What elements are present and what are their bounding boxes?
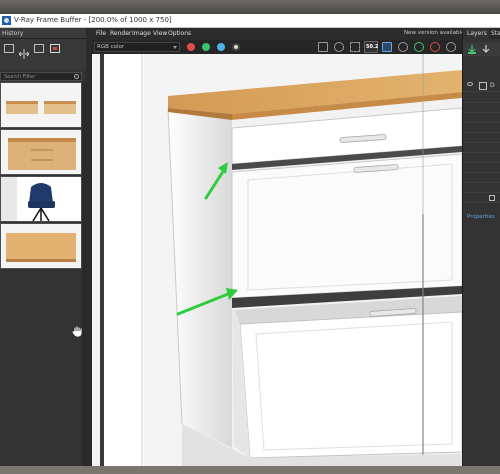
- menu-view[interactable]: View: [153, 30, 167, 37]
- menu-image[interactable]: Image: [132, 30, 151, 37]
- layer-options-icon[interactable]: [489, 195, 495, 201]
- vray-app-icon: [2, 16, 11, 25]
- menu-render[interactable]: Render: [110, 30, 131, 37]
- layer-tools-icons[interactable]: [467, 43, 497, 55]
- menu-file[interactable]: File: [96, 30, 106, 37]
- history-panel: History Search Filter: [0, 28, 86, 466]
- render-viewport[interactable]: [92, 54, 462, 466]
- blue-channel-toggle[interactable]: [217, 43, 225, 51]
- layer-row[interactable]: [463, 184, 500, 193]
- save-history-icon[interactable]: [4, 44, 14, 53]
- chevron-down-icon: [173, 46, 177, 49]
- refresh-render-icon[interactable]: [414, 42, 424, 52]
- red-channel-toggle[interactable]: [187, 43, 195, 51]
- layer-row[interactable]: [463, 134, 500, 143]
- history-item[interactable]: [0, 82, 82, 128]
- region-render-icon[interactable]: [350, 42, 360, 52]
- layer-row[interactable]: [463, 114, 500, 123]
- new-version-notice[interactable]: New version available!: [404, 30, 467, 36]
- search-icon: [74, 74, 79, 79]
- clear-image-icon[interactable]: [334, 42, 344, 52]
- layer-row[interactable]: [463, 174, 500, 183]
- history-item[interactable]: [0, 223, 82, 269]
- layer-label: D: [490, 82, 495, 89]
- hand-cursor-icon: [72, 326, 82, 337]
- layer-row[interactable]: [463, 144, 500, 153]
- layer-row[interactable]: [463, 154, 500, 163]
- layer-thumb-icon: [479, 82, 487, 90]
- history-item[interactable]: [0, 176, 82, 222]
- layer-row[interactable]: [463, 194, 500, 203]
- layer-row-display[interactable]: D: [463, 80, 500, 92]
- window-title: V-Ray Frame Buffer - [200.0% of 1000 x 7…: [14, 16, 172, 24]
- layers-panel: Layers Stats D Properties: [462, 28, 500, 466]
- history-item[interactable]: [0, 129, 82, 175]
- compare-ab-icon[interactable]: [18, 44, 30, 59]
- desktop-background-bottom: [0, 466, 500, 474]
- history-toolbar: [0, 39, 86, 69]
- stop-render-icon[interactable]: [430, 42, 440, 52]
- start-interactive-icon[interactable]: [446, 42, 456, 52]
- menu-options[interactable]: Options: [168, 30, 191, 37]
- save-image-icon[interactable]: [318, 42, 328, 52]
- delete-history-icon[interactable]: [50, 44, 60, 53]
- history-search-placeholder: Search Filter: [4, 74, 36, 80]
- layer-row[interactable]: [463, 94, 500, 103]
- desktop-background-top: [0, 0, 500, 14]
- exposure-box[interactable]: 50.2: [364, 41, 378, 53]
- green-channel-toggle[interactable]: [202, 43, 210, 51]
- track-mouse-icon[interactable]: [398, 42, 408, 52]
- vfb-window: V-Ray Frame Buffer - [200.0% of 1000 x 7…: [0, 14, 500, 466]
- history-tab[interactable]: History: [0, 28, 86, 39]
- layer-row[interactable]: [463, 104, 500, 113]
- tab-layers[interactable]: Layers: [465, 28, 489, 39]
- tab-stats[interactable]: Stats: [489, 28, 500, 39]
- properties-title: Properties: [467, 214, 495, 220]
- history-scrollbar[interactable]: [82, 82, 86, 466]
- history-tab-label: History: [2, 30, 24, 37]
- layers-toolbar: [463, 42, 500, 56]
- layer-row[interactable]: [463, 164, 500, 173]
- title-bar: V-Ray Frame Buffer - [200.0% of 1000 x 7…: [0, 14, 500, 28]
- layer-row[interactable]: [463, 124, 500, 133]
- history-search-input[interactable]: Search Filter: [0, 72, 82, 81]
- render-image: [92, 54, 462, 466]
- exposure-value: 50.2: [366, 44, 379, 50]
- load-history-icon[interactable]: [34, 44, 44, 53]
- channel-select[interactable]: RGB color: [94, 42, 180, 52]
- vfb-toolbar: RGB color 50.2: [92, 40, 462, 54]
- follow-mouse-icon[interactable]: [382, 42, 392, 52]
- eye-icon[interactable]: [467, 82, 473, 86]
- channel-select-value: RGB color: [97, 44, 125, 50]
- alpha-channel-icon[interactable]: [232, 43, 240, 51]
